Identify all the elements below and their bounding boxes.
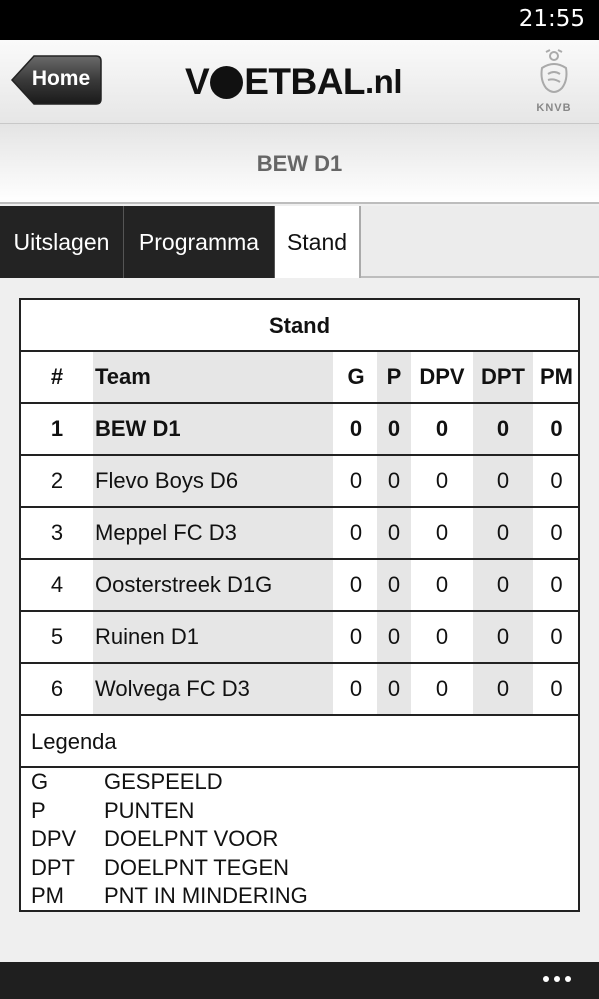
row-dpt: 0 — [473, 508, 533, 558]
legend-item: DPV DOELPNT VOOR — [31, 825, 571, 854]
row-dpv: 0 — [435, 676, 449, 701]
row-g: 0 — [349, 676, 363, 701]
table-row[interactable]: 2 Flevo Boys D6 0 0 0 0 0 — [21, 456, 578, 508]
dot — [554, 976, 560, 982]
legend-desc: DOELPNT TEGEN — [104, 854, 290, 880]
row-p: 0 — [377, 508, 411, 558]
tab-stand[interactable]: Stand — [275, 206, 361, 278]
row-pm: 0 — [550, 676, 563, 701]
row-team: Ruinen D1 — [93, 612, 333, 662]
row-g: 0 — [349, 572, 363, 597]
col-header-pm: PM — [540, 364, 573, 389]
row-team: BEW D1 — [93, 404, 333, 454]
legend-item: DPT DOELPNT TEGEN — [31, 854, 571, 883]
row-pos: 6 — [50, 676, 64, 701]
table-row[interactable]: 6 Wolvega FC D3 0 0 0 0 0 — [21, 664, 578, 716]
row-p: 0 — [377, 404, 411, 454]
row-pos: 5 — [50, 624, 64, 649]
row-team: Flevo Boys D6 — [93, 456, 333, 506]
col-header-dpv: DPV — [419, 364, 465, 389]
row-pm: 0 — [550, 520, 563, 545]
legend-abbr: G — [31, 769, 49, 794]
legend-abbr: P — [31, 797, 46, 823]
col-header-g: G — [347, 364, 365, 389]
legend-title: Legenda — [21, 716, 578, 768]
status-bar: 21:55 — [0, 0, 599, 40]
row-dpt: 0 — [473, 560, 533, 610]
legend-desc: PUNTEN — [104, 797, 195, 823]
ball-icon — [210, 65, 244, 99]
knvb-text: KNVB — [536, 102, 572, 114]
tab-programma[interactable]: Programma — [124, 206, 275, 278]
table-row[interactable]: 5 Ruinen D1 0 0 0 0 0 — [21, 612, 578, 664]
col-header-pos: # — [50, 364, 64, 389]
home-button-label: Home — [31, 67, 91, 90]
row-team: Wolvega FC D3 — [93, 664, 333, 714]
legend-abbr: DPV — [31, 826, 77, 852]
row-dpv: 0 — [435, 572, 449, 597]
lion-crest-icon — [540, 49, 568, 93]
row-dpt: 0 — [473, 404, 533, 454]
legend-list: G GESPEELD P PUNTEN DPV DOELPNT VOOR DPT… — [31, 768, 571, 911]
legend-abbr: DPT — [31, 854, 75, 880]
col-header-dpt: DPT — [473, 352, 533, 402]
legend-abbr: PM — [31, 883, 64, 909]
logo-tld: .nl — [365, 63, 403, 100]
row-p: 0 — [377, 456, 411, 506]
col-header-team: Team — [93, 352, 333, 402]
app-header: Home V ETBAL .nl KNVB — [0, 40, 599, 124]
more-icon[interactable] — [543, 976, 571, 982]
row-pos: 3 — [50, 520, 64, 545]
row-p: 0 — [377, 612, 411, 662]
dot — [565, 976, 571, 982]
row-g: 0 — [349, 416, 363, 441]
home-button[interactable]: Home — [10, 54, 102, 106]
standings-table: Stand # Team G P DPV DPT PM 1 BEW D1 0 0… — [19, 298, 580, 912]
row-team: Meppel FC D3 — [93, 508, 333, 558]
voetbal-logo: V ETBAL .nl — [185, 60, 403, 104]
row-dpv: 0 — [435, 624, 449, 649]
table-row[interactable]: 4 Oosterstreek D1G 0 0 0 0 0 — [21, 560, 578, 612]
legend-desc: GESPEELD — [104, 769, 223, 794]
table-header-row: # Team G P DPV DPT PM — [21, 352, 578, 404]
logo-suffix: ETBAL — [244, 61, 366, 102]
col-header-p: P — [377, 352, 411, 402]
knvb-badge: KNVB — [528, 48, 580, 116]
row-pm: 0 — [550, 468, 563, 493]
table-row[interactable]: 1 BEW D1 0 0 0 0 0 — [21, 404, 578, 456]
row-team: Oosterstreek D1G — [93, 560, 333, 610]
row-g: 0 — [349, 468, 363, 493]
table-row[interactable]: 3 Meppel FC D3 0 0 0 0 0 — [21, 508, 578, 560]
app-bar — [0, 962, 599, 999]
logo-prefix: V — [185, 61, 210, 102]
legend-desc: PNT IN MINDERING — [104, 883, 308, 909]
row-pos: 2 — [50, 468, 64, 493]
row-g: 0 — [349, 520, 363, 545]
row-dpt: 0 — [473, 664, 533, 714]
legend-item: G GESPEELD — [31, 768, 571, 797]
row-pm: 0 — [550, 572, 563, 597]
row-dpt: 0 — [473, 456, 533, 506]
row-dpt: 0 — [473, 612, 533, 662]
legend-item: P PUNTEN — [31, 797, 571, 826]
tab-uitslagen[interactable]: Uitslagen — [0, 206, 124, 278]
status-time: 21:55 — [518, 6, 585, 32]
legend-desc: DOELPNT VOOR — [104, 826, 279, 852]
row-p: 0 — [377, 560, 411, 610]
row-pos: 1 — [50, 416, 64, 441]
row-pos: 4 — [50, 572, 64, 597]
row-dpv: 0 — [435, 468, 449, 493]
legend-item: PM PNT IN MINDERING — [31, 882, 571, 911]
row-p: 0 — [377, 664, 411, 714]
team-header: BEW D1 — [0, 124, 599, 204]
row-pm: 0 — [550, 624, 563, 649]
dot — [543, 976, 549, 982]
page-title: BEW D1 — [256, 151, 343, 176]
row-pm: 0 — [550, 416, 563, 441]
row-g: 0 — [349, 624, 363, 649]
table-caption: Stand — [21, 300, 578, 352]
row-dpv: 0 — [435, 416, 449, 441]
row-dpv: 0 — [435, 520, 449, 545]
tab-bar: Uitslagen Programma Stand — [0, 206, 599, 278]
